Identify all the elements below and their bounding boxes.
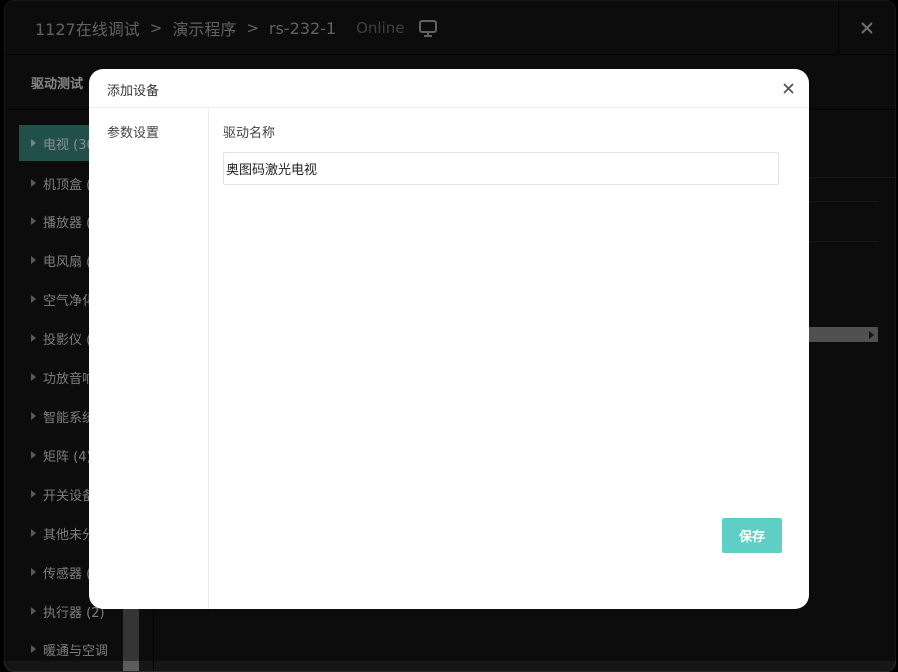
- dialog-title: 添加设备: [107, 84, 160, 99]
- dialog-nav: 参数设置: [89, 108, 209, 609]
- close-icon[interactable]: [781, 81, 796, 96]
- dialog-body: 驱动名称 保存: [209, 108, 809, 609]
- driver-name-input[interactable]: [223, 152, 779, 185]
- driver-name-label: 驱动名称: [223, 126, 276, 141]
- save-button[interactable]: 保存: [722, 518, 782, 553]
- nav-item-parameter-settings[interactable]: 参数设置: [107, 122, 159, 141]
- add-device-dialog: 添加设备 参数设置 驱动名称 保存: [89, 69, 809, 609]
- dialog-header: 添加设备: [89, 69, 809, 108]
